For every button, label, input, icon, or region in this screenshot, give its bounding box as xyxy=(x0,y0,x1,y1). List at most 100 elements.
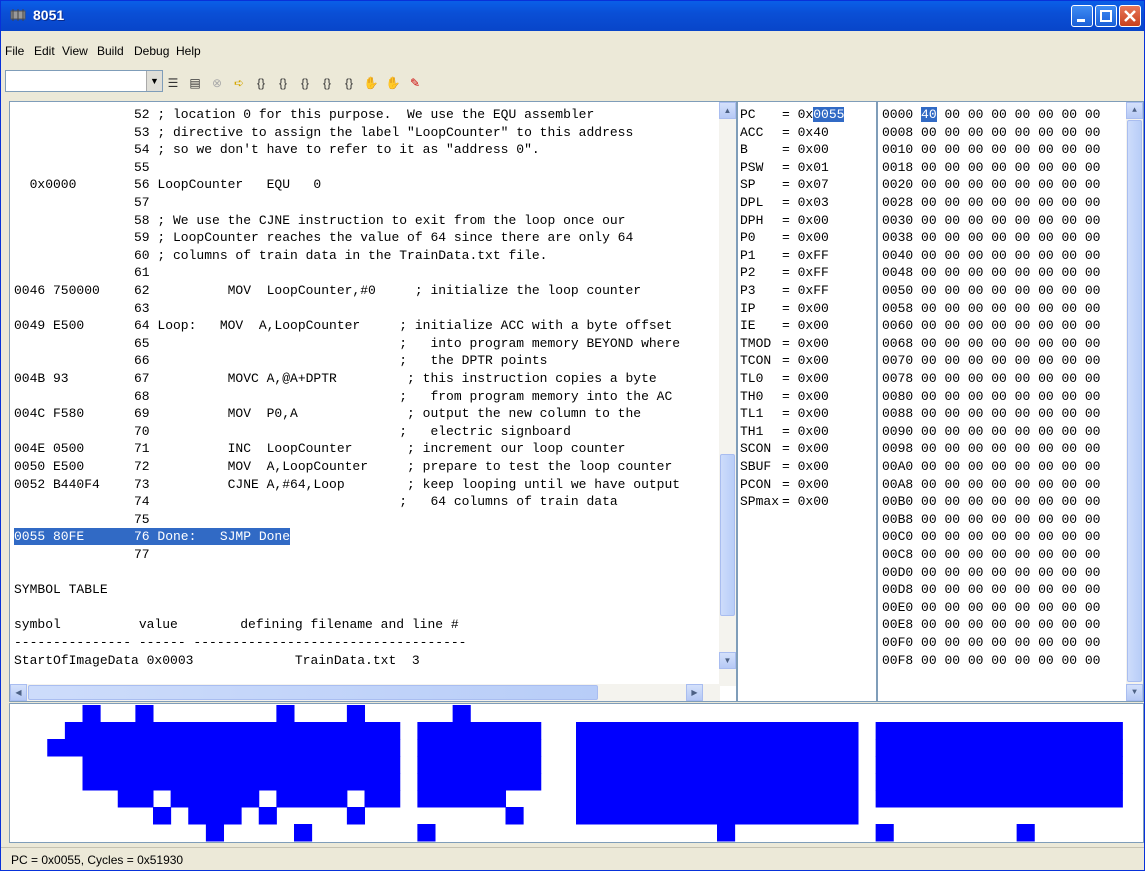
title-bar[interactable]: 8051 xyxy=(1,1,1144,31)
register-row[interactable]: TCON = 0x00 xyxy=(740,352,829,369)
menu-edit[interactable]: Edit xyxy=(34,44,55,58)
memory-row[interactable]: 0028 00 00 00 00 00 00 00 00 xyxy=(882,194,1100,211)
memory-row[interactable]: 0058 00 00 00 00 00 00 00 00 xyxy=(882,300,1100,317)
register-row[interactable]: PSW = 0x01 xyxy=(740,159,829,176)
memory-row[interactable]: 0080 00 00 00 00 00 00 00 00 xyxy=(882,388,1100,405)
register-row[interactable]: TL1 = 0x00 xyxy=(740,405,829,422)
memory-row[interactable]: 0048 00 00 00 00 00 00 00 00 xyxy=(882,264,1100,281)
memory-row[interactable]: 00C8 00 00 00 00 00 00 00 00 xyxy=(882,546,1100,563)
signboard-pixel xyxy=(505,807,524,825)
memory-row[interactable]: 00F8 00 00 00 00 00 00 00 00 xyxy=(882,652,1100,669)
register-row[interactable]: IP = 0x00 xyxy=(740,300,829,317)
register-row[interactable]: DPL = 0x03 xyxy=(740,194,829,211)
run-to-icon[interactable]: {} xyxy=(319,75,335,91)
register-row[interactable]: P1 = 0xFF xyxy=(740,247,829,264)
memory-pane[interactable]: 0000 40 00 00 00 00 00 00 00 0008 00 00 0… xyxy=(877,101,1144,702)
memory-row[interactable]: 0018 00 00 00 00 00 00 00 00 xyxy=(882,159,1100,176)
register-row[interactable]: P3 = 0xFF xyxy=(740,282,829,299)
register-row[interactable]: SP = 0x07 xyxy=(740,176,829,193)
memory-row[interactable]: 00C0 00 00 00 00 00 00 00 00 xyxy=(882,528,1100,545)
registers-pane[interactable]: PC = 0x0055 ACC = 0x40 B = 0x00 PSW = 0x01 SP = 0… xyxy=(737,101,877,702)
memory-row[interactable]: 00F0 00 00 00 00 00 00 00 00 xyxy=(882,634,1100,651)
line-address: 0x0000 xyxy=(14,177,77,193)
register-row[interactable]: SPmax = 0x00 xyxy=(740,493,829,510)
list-icon[interactable]: ☰ xyxy=(165,75,181,91)
memory-row[interactable]: 00A8 00 00 00 00 00 00 00 00 xyxy=(882,476,1100,493)
line-source: 60 ; columns of train data in the TrainD… xyxy=(134,247,548,263)
braces-icon[interactable]: {} xyxy=(341,75,357,91)
register-name: P0 xyxy=(740,230,756,246)
target-combo[interactable]: ▼ xyxy=(5,70,163,92)
menu-view[interactable]: View xyxy=(62,44,88,58)
arrow-icon[interactable]: ➪ xyxy=(231,75,247,91)
breakpoint-icon[interactable]: ✋ xyxy=(385,75,401,91)
register-row[interactable]: TH0 = 0x00 xyxy=(740,388,829,405)
scroll-right-icon[interactable]: ▶ xyxy=(686,684,703,701)
register-row[interactable]: TMOD = 0x00 xyxy=(740,335,829,352)
register-row[interactable]: PCON = 0x00 xyxy=(740,476,829,493)
step-out-icon[interactable]: {} xyxy=(297,75,313,91)
memory-row[interactable]: 0060 00 00 00 00 00 00 00 00 xyxy=(882,317,1100,334)
memory-row[interactable]: 0078 00 00 00 00 00 00 00 00 xyxy=(882,370,1100,387)
register-row[interactable]: TL0 = 0x00 xyxy=(740,370,829,387)
register-row[interactable]: SCON = 0x00 xyxy=(740,440,829,457)
minimize-button[interactable] xyxy=(1071,5,1093,27)
memory-scroll-thumb[interactable] xyxy=(1127,120,1142,682)
step-icon[interactable]: ▤ xyxy=(187,75,203,91)
memory-row[interactable]: 0050 00 00 00 00 00 00 00 00 xyxy=(882,282,1100,299)
memory-row[interactable]: 0088 00 00 00 00 00 00 00 00 xyxy=(882,405,1100,422)
memory-row[interactable]: 00E8 00 00 00 00 00 00 00 00 xyxy=(882,616,1100,633)
scroll-down-icon[interactable]: ▼ xyxy=(1126,684,1143,701)
register-row[interactable]: P0 = 0x00 xyxy=(740,229,829,246)
chevron-down-icon[interactable]: ▼ xyxy=(146,71,162,91)
stop-icon[interactable]: ⊗ xyxy=(209,75,225,91)
signboard-pixel xyxy=(153,807,172,825)
clear-icon[interactable]: ✎ xyxy=(407,75,423,91)
register-row[interactable]: SBUF = 0x00 xyxy=(740,458,829,475)
step-over-icon[interactable]: {} xyxy=(275,75,291,91)
memory-vertical-scrollbar[interactable]: ▲ ▼ xyxy=(1126,102,1143,701)
memory-row[interactable]: 0020 00 00 00 00 00 00 00 00 xyxy=(882,176,1100,193)
register-row[interactable]: TH1 = 0x00 xyxy=(740,423,829,440)
close-button[interactable] xyxy=(1119,5,1141,27)
memory-row[interactable]: 0030 00 00 00 00 00 00 00 00 xyxy=(882,212,1100,229)
scroll-down-icon[interactable]: ▼ xyxy=(719,652,736,669)
step-into-icon[interactable]: {} xyxy=(253,75,269,91)
register-row[interactable]: DPH = 0x00 xyxy=(740,212,829,229)
memory-row[interactable]: 0040 00 00 00 00 00 00 00 00 xyxy=(882,247,1100,264)
register-row[interactable]: IE = 0x00 xyxy=(740,317,829,334)
source-vertical-scrollbar[interactable]: ▲ ▼ xyxy=(719,102,736,686)
memory-row[interactable]: 0090 00 00 00 00 00 00 00 00 xyxy=(882,423,1100,440)
signboard-pixel xyxy=(276,756,295,774)
memory-row[interactable]: 00E0 00 00 00 00 00 00 00 00 xyxy=(882,599,1100,616)
menu-build[interactable]: Build xyxy=(97,44,124,58)
maximize-button[interactable] xyxy=(1095,5,1117,27)
scroll-up-icon[interactable]: ▲ xyxy=(1126,102,1143,119)
menu-file[interactable]: File xyxy=(5,44,24,58)
memory-row[interactable]: 00A0 00 00 00 00 00 00 00 00 xyxy=(882,458,1100,475)
memory-row[interactable]: 00D8 00 00 00 00 00 00 00 00 xyxy=(882,581,1100,598)
memory-row[interactable]: 00B0 00 00 00 00 00 00 00 00 xyxy=(882,493,1100,510)
memory-row[interactable]: 0098 00 00 00 00 00 00 00 00 xyxy=(882,440,1100,457)
memory-row[interactable]: 00B8 00 00 00 00 00 00 00 00 xyxy=(882,511,1100,528)
source-hscroll-thumb[interactable] xyxy=(28,685,598,700)
menu-help[interactable]: Help xyxy=(176,44,201,58)
memory-row[interactable]: 0000 40 00 00 00 00 00 00 00 xyxy=(882,106,1100,123)
source-listing-pane[interactable]: 52 ; location 0 for this purpose. We use… xyxy=(9,101,737,702)
register-row[interactable]: P2 = 0xFF xyxy=(740,264,829,281)
register-row[interactable]: ACC = 0x40 xyxy=(740,124,829,141)
memory-row[interactable]: 0070 00 00 00 00 00 00 00 00 xyxy=(882,352,1100,369)
register-row[interactable]: PC = 0x0055 xyxy=(740,106,845,123)
source-scroll-thumb[interactable] xyxy=(720,454,735,616)
source-horizontal-scrollbar[interactable]: ◀ ▶ xyxy=(10,684,720,701)
memory-row[interactable]: 00D0 00 00 00 00 00 00 00 00 xyxy=(882,564,1100,581)
register-row[interactable]: B = 0x00 xyxy=(740,141,829,158)
hand-icon[interactable]: ✋ xyxy=(363,75,379,91)
scroll-up-icon[interactable]: ▲ xyxy=(719,102,736,119)
memory-row[interactable]: 0008 00 00 00 00 00 00 00 00 xyxy=(882,124,1100,141)
memory-row[interactable]: 0038 00 00 00 00 00 00 00 00 xyxy=(882,229,1100,246)
menu-debug[interactable]: Debug xyxy=(134,44,169,58)
memory-row[interactable]: 0068 00 00 00 00 00 00 00 00 xyxy=(882,335,1100,352)
memory-row[interactable]: 0010 00 00 00 00 00 00 00 00 xyxy=(882,141,1100,158)
scroll-left-icon[interactable]: ◀ xyxy=(10,684,27,701)
